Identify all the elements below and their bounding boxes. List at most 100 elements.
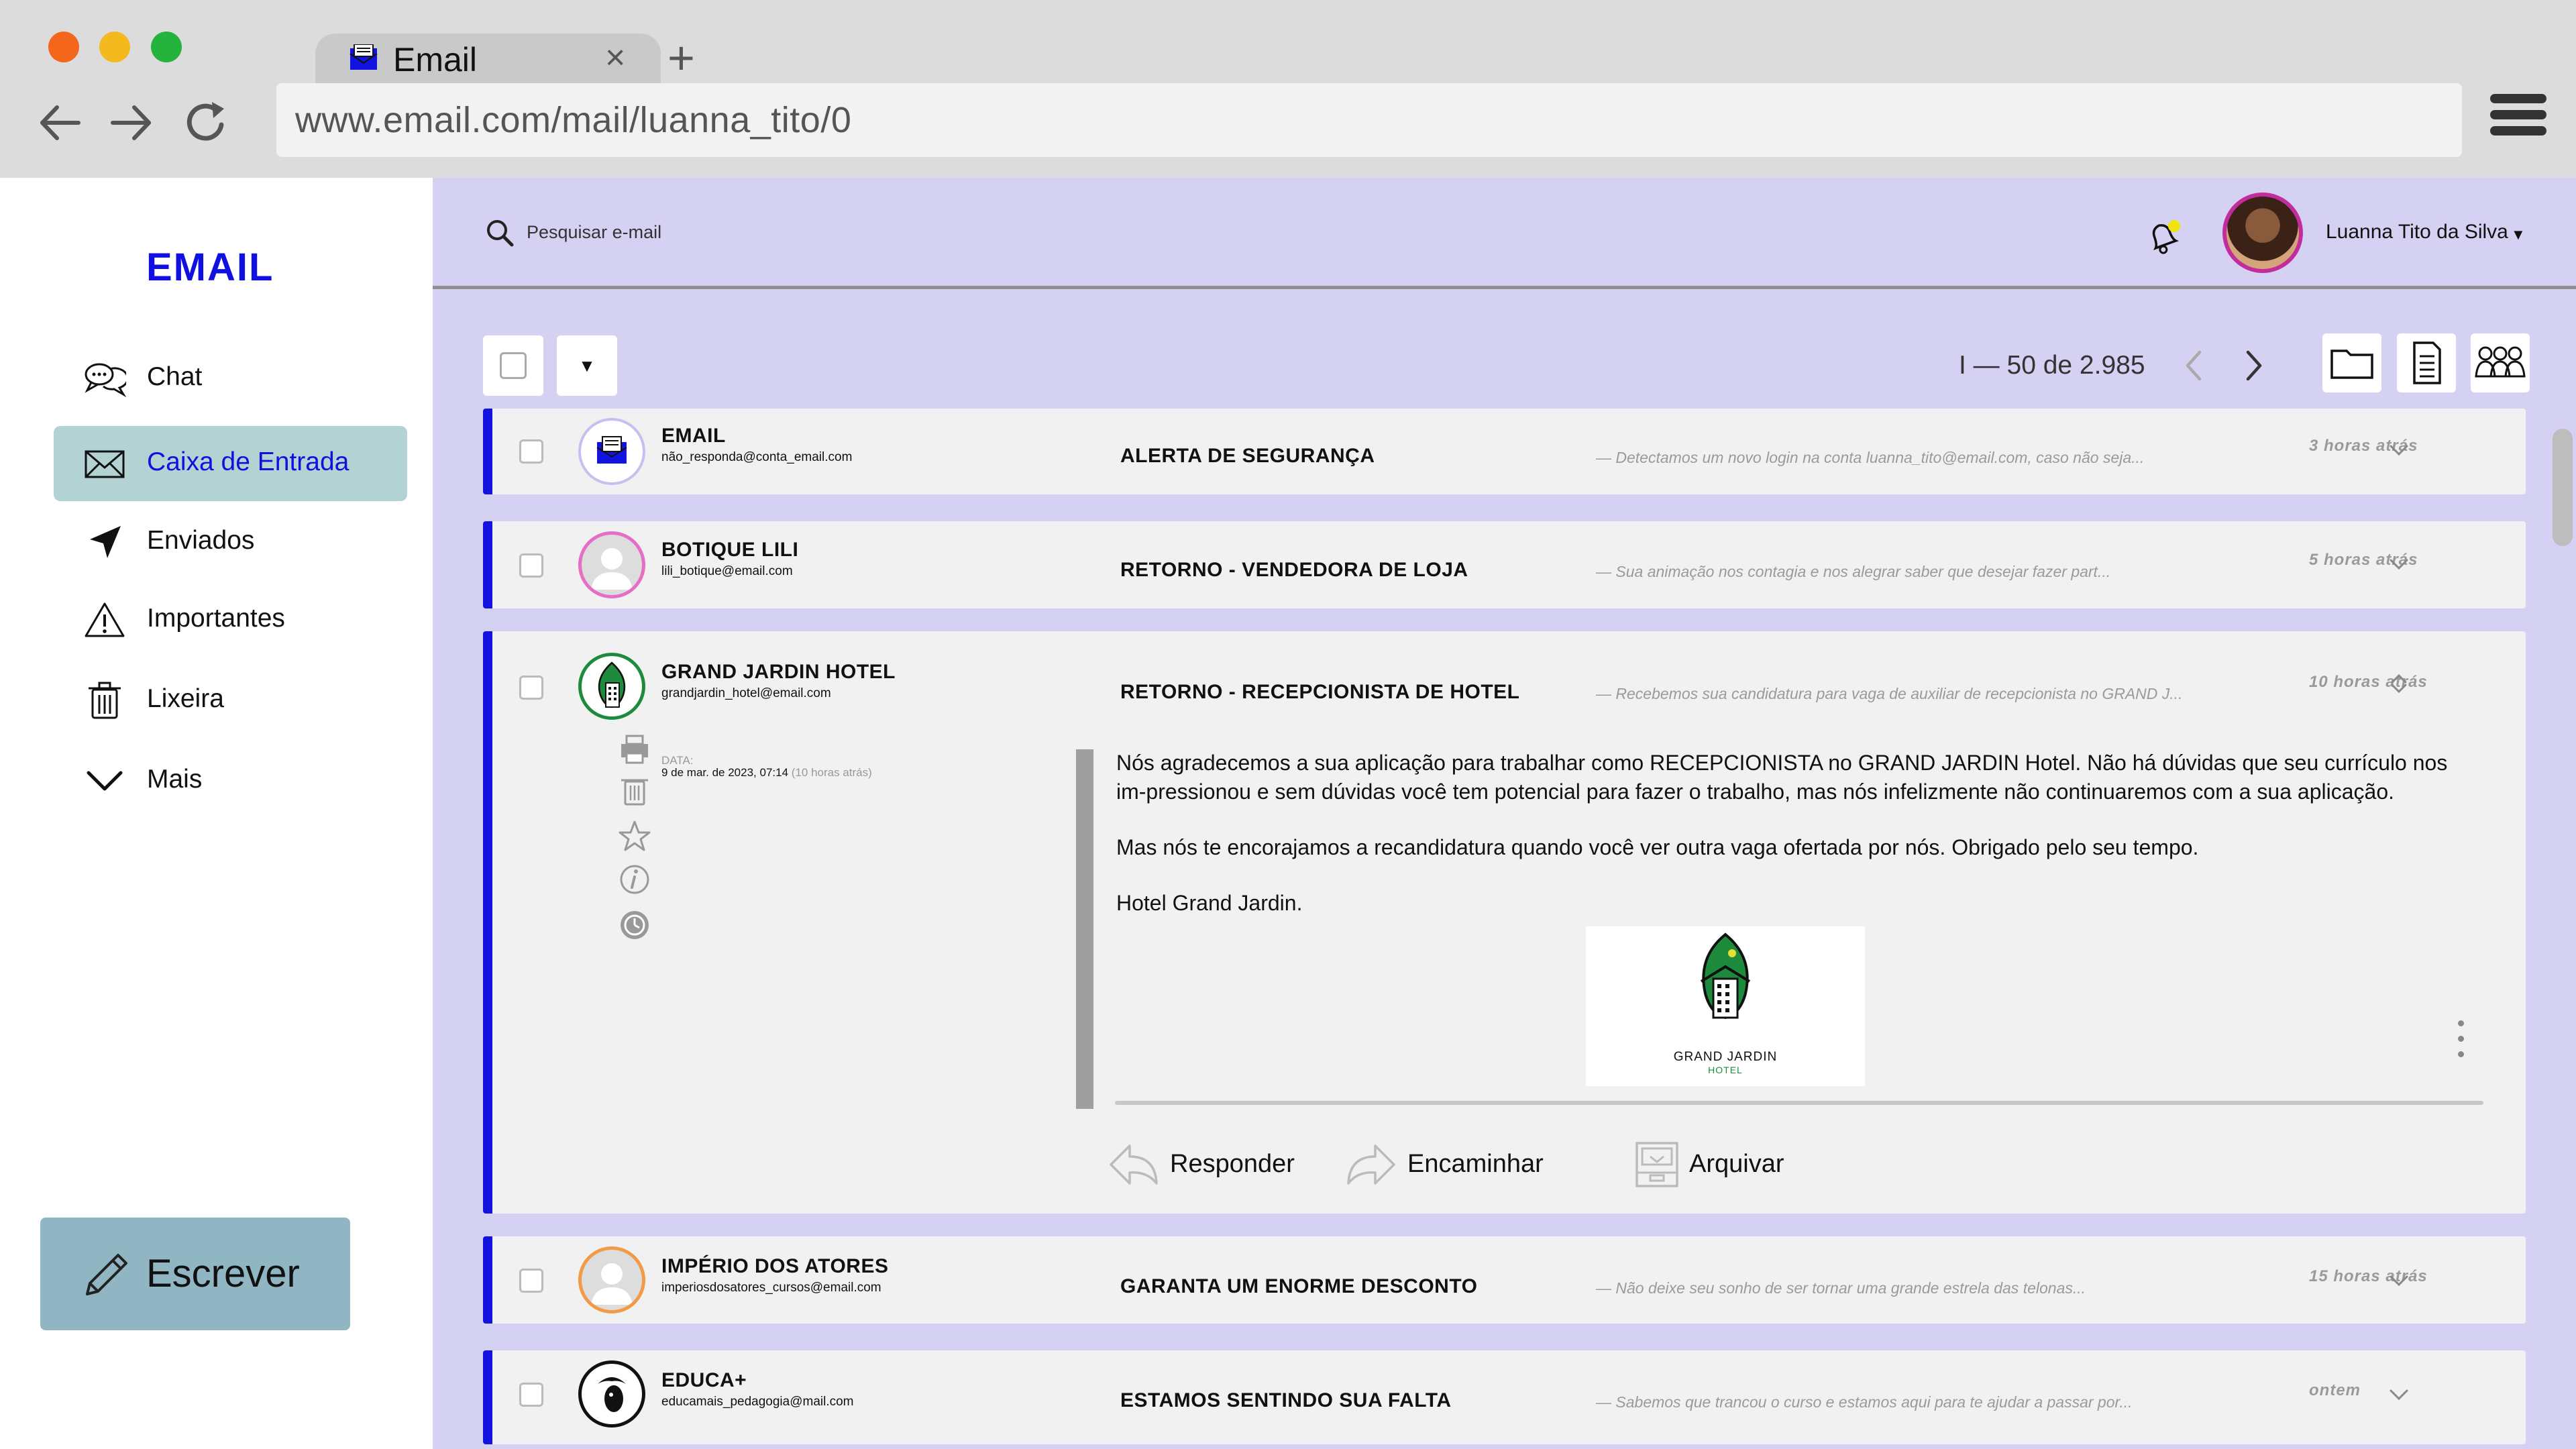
mail-icon xyxy=(596,436,627,464)
message-paragraph: Mas nós te encorajamos a recandidatura q… xyxy=(1116,835,2199,859)
email-subject: ESTAMOS SENTINDO SUA FALTA xyxy=(1120,1389,1452,1411)
forward-arrow-icon xyxy=(1347,1144,1395,1185)
star-icon[interactable] xyxy=(617,819,652,854)
notification-bell-icon[interactable] xyxy=(2143,218,2184,257)
sender-email: educamais_pedagogia@mail.com xyxy=(661,1395,854,1409)
clock-icon[interactable] xyxy=(617,908,652,943)
select-all-checkbox[interactable] xyxy=(483,335,543,396)
hotel-building-leaf-icon xyxy=(1700,932,1751,1020)
sidebar-item-label: Lixeira xyxy=(147,684,224,713)
select-options-dropdown[interactable]: ▼ xyxy=(557,335,617,396)
sidebar-item-inbox[interactable]: Caixa de Entrada xyxy=(54,426,407,501)
more-options-icon[interactable] xyxy=(2458,1020,2467,1067)
address-bar[interactable]: www.email.com/mail/luanna_tito/0 xyxy=(276,83,2462,157)
hotel-logo: GRAND JARDIN HOTEL xyxy=(1586,926,1865,1086)
email-checkbox[interactable] xyxy=(519,676,543,700)
email-checkbox[interactable] xyxy=(519,1269,543,1293)
warning-icon xyxy=(85,602,125,637)
window-minimize-button[interactable] xyxy=(99,32,130,62)
top-bar: Luanna Tito da Silva ▼ xyxy=(433,178,2576,289)
forward-arrow-icon[interactable] xyxy=(107,99,154,146)
educa-logo-icon xyxy=(589,1371,635,1417)
date-text: 9 de mar. de 2023, 07:14 xyxy=(661,766,789,779)
sender-avatar xyxy=(578,653,645,720)
compose-label: Escrever xyxy=(146,1252,300,1295)
info-icon[interactable] xyxy=(617,862,652,897)
email-snippet: — Não deixe seu sonho de ser tornar uma … xyxy=(1596,1279,2086,1297)
sender-avatar xyxy=(578,1246,645,1313)
sidebar-item-important[interactable]: Importantes xyxy=(54,582,407,657)
next-page-icon[interactable] xyxy=(2237,345,2271,386)
pencil-icon xyxy=(86,1254,127,1295)
collapse-chevron-icon[interactable] xyxy=(2384,673,2414,693)
reply-label: Responder xyxy=(1170,1150,1295,1178)
trash-icon xyxy=(89,682,121,719)
email-row[interactable]: IMPÉRIO DOS ATORES imperiosdosatores_cur… xyxy=(483,1236,2526,1324)
search-icon[interactable] xyxy=(485,218,515,248)
window-maximize-button[interactable] xyxy=(151,32,182,62)
email-row-expanded[interactable]: GRAND JARDIN HOTEL grandjardin_hotel@ema… xyxy=(483,631,2526,1214)
sender-email: imperiosdosatores_cursos@email.com xyxy=(661,1281,881,1295)
url-text: www.email.com/mail/luanna_tito/0 xyxy=(295,100,852,140)
print-icon[interactable] xyxy=(617,732,652,767)
sidebar-item-label: Mais xyxy=(147,765,203,794)
expand-chevron-icon[interactable] xyxy=(2384,1271,2414,1291)
message-signature: Hotel Grand Jardin. xyxy=(1116,891,1303,915)
expand-chevron-icon[interactable] xyxy=(2384,555,2414,575)
message-quote-bar xyxy=(1076,749,1093,1109)
email-row[interactable]: BOTIQUE LILI lili_botique@email.com RETO… xyxy=(483,521,2526,608)
email-subject: ALERTA DE SEGURANÇA xyxy=(1120,445,1375,467)
sidebar: EMAIL Chat Caixa de Entrada Enviados Imp… xyxy=(0,178,433,1449)
user-avatar[interactable] xyxy=(2222,193,2303,273)
sender-name: EMAIL xyxy=(661,425,726,447)
main-content: Luanna Tito da Silva ▼ ▼ I — 50 de 2.985 xyxy=(433,178,2576,1449)
forward-label: Encaminhar xyxy=(1407,1150,1544,1178)
back-arrow-icon[interactable] xyxy=(37,99,84,146)
contacts-view-button[interactable] xyxy=(2471,333,2530,392)
email-row[interactable]: EDUCA+ educamais_pedagogia@mail.com ESTA… xyxy=(483,1350,2526,1444)
sidebar-item-label: Caixa de Entrada xyxy=(147,447,350,476)
sender-email: não_responda@conta_email.com xyxy=(661,450,853,464)
sidebar-item-label: Enviados xyxy=(147,526,255,555)
sidebar-item-sent[interactable]: Enviados xyxy=(54,504,407,580)
folder-view-button[interactable] xyxy=(2322,333,2381,392)
browser-menu-icon[interactable] xyxy=(2490,94,2546,144)
reply-arrow-icon xyxy=(1110,1144,1158,1185)
new-tab-button[interactable]: + xyxy=(667,31,695,85)
envelope-icon xyxy=(85,450,125,478)
sidebar-item-chat[interactable]: Chat xyxy=(54,341,407,416)
search-input[interactable] xyxy=(527,217,996,248)
email-checkbox[interactable] xyxy=(519,553,543,578)
sidebar-item-label: Chat xyxy=(147,362,203,391)
hotel-leaf-icon xyxy=(598,661,626,708)
tab-title: Email xyxy=(393,41,478,78)
message-divider xyxy=(1115,1101,2483,1105)
expand-chevron-icon[interactable] xyxy=(2384,1385,2414,1405)
sender-avatar xyxy=(578,418,645,485)
sender-name: IMPÉRIO DOS ATORES xyxy=(661,1255,889,1277)
reload-icon[interactable] xyxy=(182,99,229,146)
browser-chrome: Email × + www.email.com/mail/luanna_tito… xyxy=(0,0,2576,178)
trash-icon[interactable] xyxy=(617,773,652,808)
user-menu-caret-icon[interactable]: ▼ xyxy=(2511,226,2526,244)
email-checkbox[interactable] xyxy=(519,439,543,464)
document-view-button[interactable] xyxy=(2397,333,2456,392)
email-row[interactable]: EMAIL não_responda@conta_email.com ALERT… xyxy=(483,409,2526,494)
previous-page-icon[interactable] xyxy=(2177,345,2210,386)
sidebar-item-more[interactable]: Mais xyxy=(54,743,407,818)
default-user-icon xyxy=(591,548,633,590)
sender-name: BOTIQUE LILI xyxy=(661,539,799,561)
scrollbar-thumb[interactable] xyxy=(2553,429,2573,546)
hotel-logo-subtitle: HOTEL xyxy=(1708,1065,1743,1075)
sidebar-item-trash[interactable]: Lixeira xyxy=(54,663,407,738)
user-name[interactable]: Luanna Tito da Silva xyxy=(2326,221,2508,244)
expand-chevron-icon[interactable] xyxy=(2384,441,2414,461)
pagination-label: I — 50 de 2.985 xyxy=(1959,351,2145,380)
window-close-button[interactable] xyxy=(48,32,79,62)
compose-button[interactable]: Escrever xyxy=(40,1218,350,1330)
tab-close-icon[interactable]: × xyxy=(605,38,625,78)
email-checkbox[interactable] xyxy=(519,1383,543,1407)
browser-tab-email[interactable]: Email × xyxy=(315,34,661,85)
sender-email: lili_botique@email.com xyxy=(661,564,793,578)
email-subject: GARANTA UM ENORME DESCONTO xyxy=(1120,1275,1478,1297)
